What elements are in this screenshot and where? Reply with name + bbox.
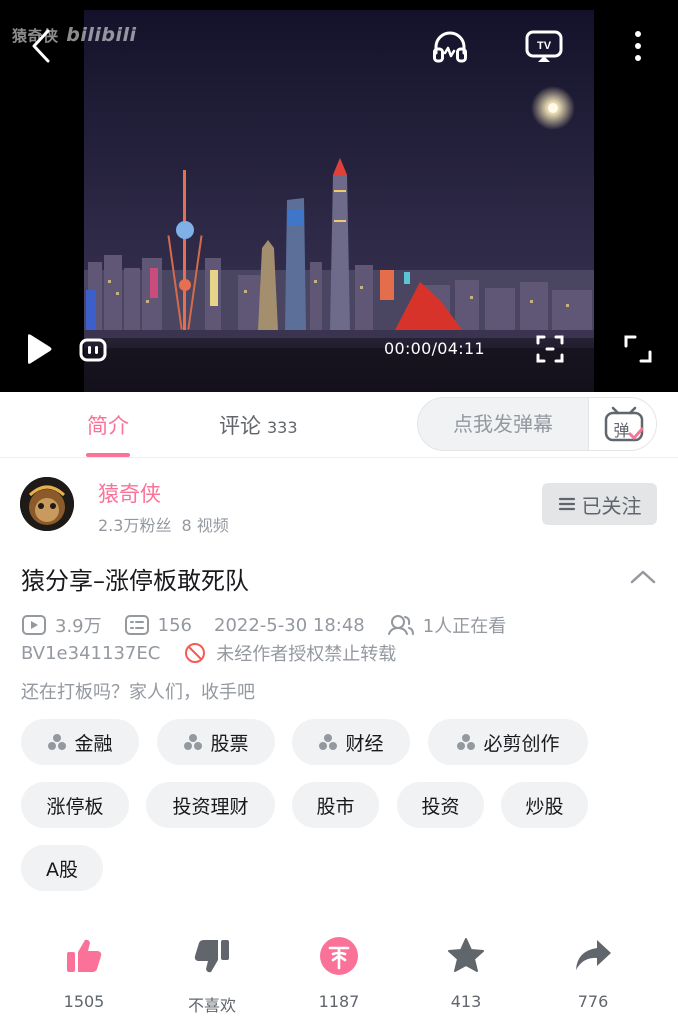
danmaku-settings-button[interactable]: 弹: [588, 398, 656, 450]
author-avatar[interactable]: [20, 477, 74, 531]
share-icon: [573, 934, 613, 978]
channel-icon: [183, 733, 203, 751]
tag-channel[interactable]: 金融: [21, 719, 139, 765]
tag-item[interactable]: 投资理财: [146, 782, 275, 828]
author-video-count: 8 视频: [181, 516, 229, 535]
tag-item[interactable]: 股市: [292, 782, 379, 828]
tab-comments-label: 评论: [219, 414, 261, 438]
tag-label: 金融: [74, 732, 113, 755]
watching-now: 1人正在看: [387, 612, 506, 638]
star-icon: [446, 934, 486, 978]
coin-button[interactable]: 1187: [289, 934, 389, 1020]
coin-icon: [319, 934, 359, 978]
danmaku-settings-icon: 弹: [602, 404, 646, 444]
channel-icon: [318, 733, 338, 751]
followed-label: 已关注: [581, 493, 642, 518]
tag-item[interactable]: A股: [21, 845, 103, 891]
video-meta-secondary: BV1e341137EC 未经作者授权禁止转载: [21, 640, 396, 666]
more-button[interactable]: [624, 26, 652, 66]
view-count-value: 3.9万: [55, 616, 102, 637]
tv-cast-button[interactable]: TV: [524, 26, 564, 66]
like-count: 1505: [63, 992, 105, 1011]
tag-item[interactable]: 投资: [397, 782, 484, 828]
prohibited-icon: [185, 643, 206, 663]
collapse-toggle[interactable]: [627, 563, 659, 591]
video-meta: 3.9万 156 2022-5-30 18:48 1人正在看: [21, 612, 528, 638]
tab-comments[interactable]: 评论 333: [219, 410, 298, 440]
like-button[interactable]: 1505: [34, 934, 134, 1020]
share-count: 776: [577, 992, 609, 1011]
playback-time: 00:00/04:11: [384, 339, 485, 358]
tag-item[interactable]: 涨停板: [21, 782, 129, 828]
chevron-up-icon: [630, 570, 656, 584]
view-count: 3.9万: [21, 612, 102, 638]
dislike-button[interactable]: 不喜欢: [162, 934, 262, 1020]
menu-lines-icon: [558, 496, 576, 512]
video-title: 猿分享–涨停板敢死队: [21, 567, 249, 595]
coin-count: 1187: [318, 992, 360, 1011]
publish-date: 2022-5-30 18:48: [214, 614, 365, 636]
tag-channel[interactable]: 财经: [292, 719, 410, 765]
dislike-label: 不喜欢: [187, 996, 236, 1015]
channel-icon: [456, 733, 476, 751]
tag-label: 必剪创作: [483, 732, 560, 755]
tag-item[interactable]: 炒股: [501, 782, 588, 828]
tag-label: 股票: [210, 732, 249, 755]
viewers-icon: [387, 615, 414, 635]
danmaku-toggle-button[interactable]: [78, 336, 108, 364]
danmaku-composer: 点我发弹幕 弹: [417, 397, 657, 451]
copyright-notice-text: 未经作者授权禁止转载: [216, 644, 397, 665]
danmaku-toggle-icon: [79, 338, 107, 362]
thumbs-down-icon: [192, 934, 232, 978]
watermark-brand: bilibili: [66, 24, 137, 46]
tag-channel[interactable]: 必剪创作: [428, 719, 588, 765]
danmaku-count: 156: [124, 614, 192, 636]
svg-text:TV: TV: [537, 40, 552, 52]
watching-now-value: 1人正在看: [422, 616, 507, 637]
tag-label: 财经: [345, 732, 384, 755]
favorite-button[interactable]: 413: [416, 934, 516, 1020]
author-stats: 2.3万粉丝 8 视频: [98, 512, 229, 536]
tag-channel[interactable]: 股票: [157, 719, 275, 765]
back-icon: [32, 29, 50, 63]
fullscreen-icon: [624, 335, 652, 363]
danmaku-glyph: 弹: [613, 421, 630, 440]
favorite-count: 413: [450, 992, 482, 1011]
comment-count: 333: [267, 418, 298, 437]
author-name[interactable]: 猿奇侠: [98, 478, 161, 508]
more-icon: [635, 31, 641, 61]
video-player[interactable]: 猿奇侠 bilibili TV 00:00/04:11: [0, 0, 678, 392]
screenshot-icon: [536, 335, 564, 363]
tab-intro[interactable]: 简介: [86, 410, 130, 457]
audio-mode-button[interactable]: [430, 26, 470, 66]
danmaku-input[interactable]: 点我发弹幕: [418, 398, 588, 450]
video-frame-city-night: [0, 0, 678, 392]
play-icon: [28, 334, 52, 364]
video-description: 还在打板吗？家人们，收手吧: [21, 682, 255, 703]
headphones-icon: [433, 31, 467, 63]
screenshot-button[interactable]: [532, 330, 568, 368]
copyright-notice: 未经作者授权禁止转载: [184, 640, 396, 666]
back-button[interactable]: [24, 26, 58, 66]
followed-button[interactable]: 已关注: [542, 483, 657, 525]
play-count-icon: [22, 615, 46, 635]
share-button[interactable]: 776: [543, 934, 643, 1020]
danmaku-count-icon: [124, 615, 149, 635]
tv-cast-icon: TV: [525, 30, 563, 62]
fullscreen-button[interactable]: [620, 332, 656, 366]
author-followers: 2.3万粉丝: [98, 516, 172, 535]
bvid: BV1e341137EC: [21, 642, 161, 664]
thumbs-up-icon: [64, 934, 104, 978]
danmaku-count-value: 156: [157, 614, 192, 636]
channel-icon: [47, 733, 67, 751]
play-button[interactable]: [20, 330, 58, 368]
